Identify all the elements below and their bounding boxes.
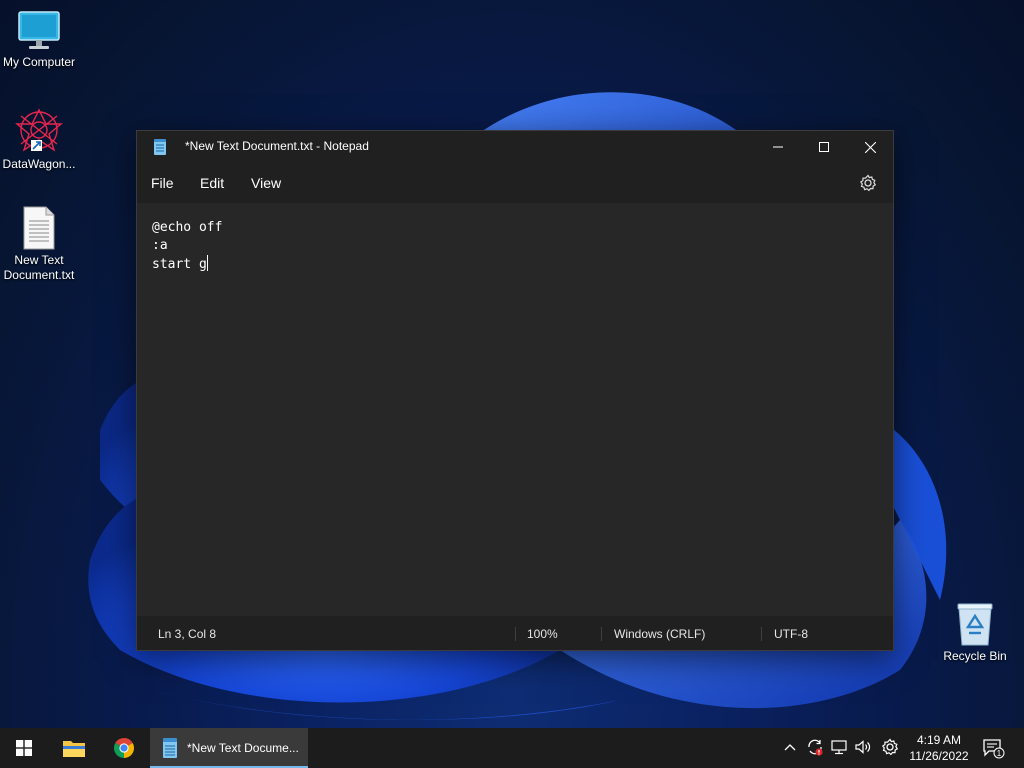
menu-edit[interactable]: Edit bbox=[200, 175, 224, 191]
notification-center-button[interactable]: 1 bbox=[978, 728, 1008, 768]
notification-icon: 1 bbox=[983, 739, 1005, 759]
minimize-icon bbox=[773, 146, 783, 148]
desktop-icon-datawagon[interactable]: DataWagon... bbox=[0, 108, 79, 172]
notepad-app-icon bbox=[154, 139, 166, 155]
chrome-button[interactable] bbox=[102, 728, 146, 768]
chevron-up-icon[interactable] bbox=[784, 742, 796, 752]
status-divider bbox=[761, 627, 762, 641]
maximize-button[interactable] bbox=[801, 131, 847, 163]
sync-alert-icon[interactable] bbox=[806, 738, 824, 756]
notification-count: 1 bbox=[997, 749, 1002, 758]
status-cursor-position: Ln 3, Col 8 bbox=[158, 627, 217, 641]
desktop-icon-recycle-bin[interactable]: Recycle Bin bbox=[935, 602, 1015, 664]
notepad-app-icon bbox=[163, 738, 177, 758]
close-icon bbox=[864, 141, 876, 153]
taskbar-clock[interactable]: 4:19 AM 11/26/2022 bbox=[906, 732, 972, 764]
status-divider bbox=[601, 627, 602, 641]
minimize-button[interactable] bbox=[755, 131, 801, 163]
status-encoding: UTF-8 bbox=[774, 627, 808, 641]
desktop-icon-label: New Text Document.txt bbox=[3, 253, 75, 282]
desktop-icon-label: Recycle Bin bbox=[943, 649, 1007, 663]
settings-gear-icon[interactable] bbox=[859, 174, 877, 192]
title-bar[interactable]: *New Text Document.txt - Notepad bbox=[137, 131, 893, 163]
speaker-icon[interactable] bbox=[854, 738, 872, 756]
desktop-icon-label: DataWagon... bbox=[2, 157, 76, 171]
text-file-icon bbox=[23, 206, 55, 250]
menu-view[interactable]: View bbox=[251, 175, 281, 191]
text-caret bbox=[206, 255, 208, 271]
taskbar-task-label: *New Text Docume... bbox=[187, 741, 299, 755]
status-zoom: 100% bbox=[527, 627, 558, 641]
desktop-icon-text-document[interactable]: New Text Document.txt bbox=[0, 206, 79, 283]
clock-time: 4:19 AM bbox=[916, 733, 962, 747]
menu-file[interactable]: File bbox=[151, 175, 174, 191]
editor-line: @echo off bbox=[152, 220, 223, 235]
network-icon[interactable] bbox=[830, 738, 848, 756]
taskbar: *New Text Docume... 4:19 AM 11/26/2022 1 bbox=[0, 728, 1024, 768]
text-editor[interactable]: @echo off :a start g bbox=[137, 203, 893, 616]
settings-gear-icon[interactable] bbox=[881, 738, 899, 756]
window-title: *New Text Document.txt - Notepad bbox=[185, 139, 369, 153]
file-explorer-button[interactable] bbox=[52, 728, 96, 768]
editor-line: :a bbox=[152, 238, 168, 253]
monitor-icon bbox=[18, 11, 60, 49]
clock-date: 11/26/2022 bbox=[909, 749, 969, 763]
editor-line: start g bbox=[152, 257, 207, 272]
desktop-icon-label: My Computer bbox=[2, 55, 76, 69]
maximize-icon bbox=[819, 142, 829, 152]
windows-logo-icon bbox=[16, 740, 32, 756]
close-button[interactable] bbox=[847, 131, 893, 163]
chrome-icon bbox=[114, 738, 134, 758]
status-bar: Ln 3, Col 8 100% Windows (CRLF) UTF-8 bbox=[137, 616, 893, 650]
recycle-bin-icon bbox=[957, 603, 993, 646]
desktop-icon-my-computer[interactable]: My Computer bbox=[0, 10, 79, 70]
folder-icon bbox=[63, 741, 85, 757]
status-divider bbox=[515, 627, 516, 641]
datawagon-app-icon bbox=[15, 108, 63, 152]
menu-bar: File Edit View bbox=[137, 163, 893, 203]
notepad-window: *New Text Document.txt - Notepad File Ed… bbox=[136, 130, 894, 651]
taskbar-notepad-task[interactable]: *New Text Docume... bbox=[150, 728, 308, 768]
start-button[interactable] bbox=[0, 728, 48, 768]
status-line-ending: Windows (CRLF) bbox=[614, 627, 706, 641]
